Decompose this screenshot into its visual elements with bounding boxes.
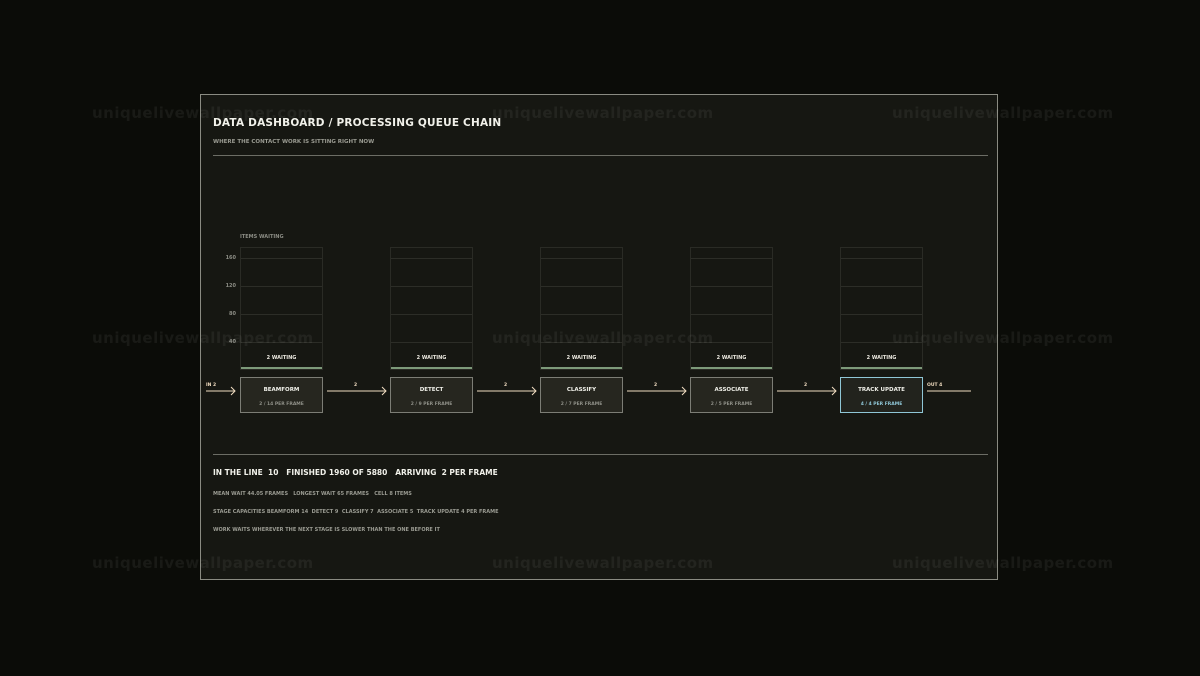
stage-box[interactable]: BEAMFORM 2 / 14 PER FRAME	[240, 377, 323, 413]
gridline	[691, 314, 772, 315]
y-tick-label: 120	[225, 283, 236, 289]
summary-headline: IN THE LINE 10 FINISHED 1960 OF 5880 ARR…	[213, 468, 498, 477]
queue-bar	[841, 367, 922, 369]
stage-name: ASSOCIATE	[714, 387, 749, 393]
stage-rate: 4 / 4 PER FRAME	[860, 402, 903, 407]
stage-rate: 2 / 7 PER FRAME	[560, 402, 603, 407]
page-subtitle: WHERE THE CONTACT WORK IS SITTING RIGHT …	[213, 139, 375, 145]
flow-arrow	[777, 386, 837, 396]
queue-bar	[541, 367, 622, 369]
stage-box[interactable]: TRACK UPDATE 4 / 4 PER FRAME	[840, 377, 923, 413]
waiting-count: 2 WAITING	[266, 355, 297, 361]
y-tick-label: 40	[229, 339, 236, 345]
page-title: DATA DASHBOARD / PROCESSING QUEUE CHAIN	[213, 117, 502, 129]
gridline	[541, 314, 622, 315]
gridline	[241, 342, 322, 343]
y-tick-label: 80	[229, 311, 236, 317]
stage-name: TRACK UPDATE	[858, 387, 905, 393]
flow-out-label: OUT 4	[927, 383, 943, 388]
gridline	[841, 286, 922, 287]
queue-bar	[391, 367, 472, 369]
queue-column: 2 WAITING	[690, 247, 773, 370]
flow-rate-label: 2	[804, 383, 808, 388]
y-axis-label: ITEMS WAITING	[240, 234, 284, 240]
stage-name: BEAMFORM	[263, 387, 300, 393]
flow-rate-label: 2	[654, 383, 658, 388]
gridline	[391, 286, 472, 287]
flow-arrow	[627, 386, 687, 396]
gridline	[541, 258, 622, 259]
gridline	[841, 258, 922, 259]
divider	[213, 454, 988, 455]
gridline	[691, 258, 772, 259]
stage-name: DETECT	[419, 387, 444, 393]
queue-column: 2 WAITING	[390, 247, 473, 370]
y-tick-label: 160	[225, 255, 236, 261]
gridline	[241, 314, 322, 315]
summary-capacities: STAGE CAPACITIES BEAMFORM 14 DETECT 9 CL…	[213, 509, 499, 515]
waiting-count: 2 WAITING	[416, 355, 447, 361]
gridline	[841, 314, 922, 315]
queue-column: 2 WAITING	[840, 247, 923, 370]
gridline	[391, 314, 472, 315]
gridline	[241, 258, 322, 259]
flow-rate-label: 2	[504, 383, 508, 388]
flow-arrow	[327, 386, 387, 396]
gridline	[691, 286, 772, 287]
gridline	[841, 342, 922, 343]
divider	[213, 155, 988, 156]
gridline	[241, 286, 322, 287]
queue-column: 2 WAITING	[240, 247, 323, 370]
stage-name: CLASSIFY	[566, 387, 597, 393]
gridline	[541, 286, 622, 287]
waiting-count: 2 WAITING	[566, 355, 597, 361]
flow-arrow	[477, 386, 537, 396]
queue-bar	[691, 367, 772, 369]
summary-wait-stats: MEAN WAIT 44.05 FRAMES LONGEST WAIT 65 F…	[213, 491, 412, 497]
gridline	[391, 342, 472, 343]
stage-box[interactable]: DETECT 2 / 9 PER FRAME	[390, 377, 473, 413]
waiting-count: 2 WAITING	[716, 355, 747, 361]
queue-column: 2 WAITING	[540, 247, 623, 370]
flow-in-label: IN 2	[206, 383, 217, 388]
waiting-count: 2 WAITING	[866, 355, 897, 361]
stage-rate: 2 / 5 PER FRAME	[710, 402, 753, 407]
gridline	[691, 342, 772, 343]
summary-note: WORK WAITS WHEREVER THE NEXT STAGE IS SL…	[213, 527, 440, 533]
gridline	[391, 258, 472, 259]
stage-box[interactable]: CLASSIFY 2 / 7 PER FRAME	[540, 377, 623, 413]
dashboard-panel: DATA DASHBOARD / PROCESSING QUEUE CHAIN …	[200, 94, 998, 580]
flow-rate-label: 2	[354, 383, 358, 388]
stage-box[interactable]: ASSOCIATE 2 / 5 PER FRAME	[690, 377, 773, 413]
gridline	[541, 342, 622, 343]
stage-rate: 2 / 9 PER FRAME	[410, 402, 453, 407]
stage-rate: 2 / 14 PER FRAME	[259, 402, 304, 407]
queue-bar	[241, 367, 322, 369]
